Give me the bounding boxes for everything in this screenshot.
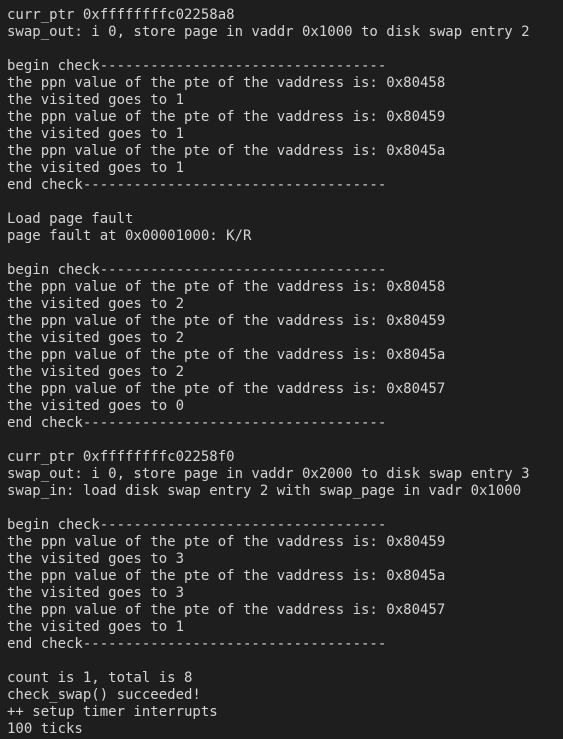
terminal-line: check_swap() succeeded!	[7, 687, 201, 703]
terminal-line: swap_out: i 0, store page in vaddr 0x200…	[7, 466, 530, 482]
terminal-line: the ppn value of the pte of the vaddress…	[7, 143, 446, 159]
terminal-line: count is 1, total is 8	[7, 670, 193, 686]
terminal-line: the ppn value of the pte of the vaddress…	[7, 109, 446, 125]
terminal-line: the visited goes to 2	[7, 330, 185, 346]
terminal-line: the visited goes to 2	[7, 364, 185, 380]
terminal-line: begin check-----------------------------…	[7, 262, 387, 278]
terminal-line: the visited goes to 1	[7, 126, 185, 142]
terminal-line: the ppn value of the pte of the vaddress…	[7, 534, 446, 550]
terminal-line: the visited goes to 0	[7, 398, 185, 414]
terminal-line: curr_ptr 0xffffffffc02258f0	[7, 449, 235, 465]
terminal-line: page fault at 0x00001000: K/R	[7, 228, 252, 244]
terminal-line: the visited goes to 1	[7, 619, 185, 635]
terminal-line: end check-------------------------------…	[7, 177, 387, 193]
terminal-line: 100 ticks	[7, 721, 83, 737]
terminal-line: the visited goes to 2	[7, 296, 185, 312]
terminal-line: swap_out: i 0, store page in vaddr 0x100…	[7, 24, 530, 40]
terminal-line: ++ setup timer interrupts	[7, 704, 218, 720]
terminal-output[interactable]: curr_ptr 0xffffffffc02258a8 swap_out: i …	[0, 0, 563, 739]
terminal-line: begin check-----------------------------…	[7, 58, 387, 74]
terminal-line: end check-------------------------------…	[7, 636, 387, 652]
terminal-line: Load page fault	[7, 211, 134, 227]
terminal-line: the ppn value of the pte of the vaddress…	[7, 75, 446, 91]
terminal-line: the ppn value of the pte of the vaddress…	[7, 568, 446, 584]
terminal-line: begin check-----------------------------…	[7, 517, 387, 533]
terminal-line: the ppn value of the pte of the vaddress…	[7, 313, 446, 329]
terminal-line: the visited goes to 3	[7, 551, 185, 567]
terminal-line: end check-------------------------------…	[7, 415, 387, 431]
terminal-line: the visited goes to 1	[7, 92, 185, 108]
terminal-line: the ppn value of the pte of the vaddress…	[7, 279, 446, 295]
terminal-line: swap_in: load disk swap entry 2 with swa…	[7, 483, 522, 499]
terminal-line: the ppn value of the pte of the vaddress…	[7, 347, 446, 363]
terminal-line: the ppn value of the pte of the vaddress…	[7, 602, 446, 618]
terminal-line: curr_ptr 0xffffffffc02258a8	[7, 7, 235, 23]
terminal-line: the visited goes to 3	[7, 585, 185, 601]
terminal-line: the visited goes to 1	[7, 160, 185, 176]
terminal-line: the ppn value of the pte of the vaddress…	[7, 381, 446, 397]
